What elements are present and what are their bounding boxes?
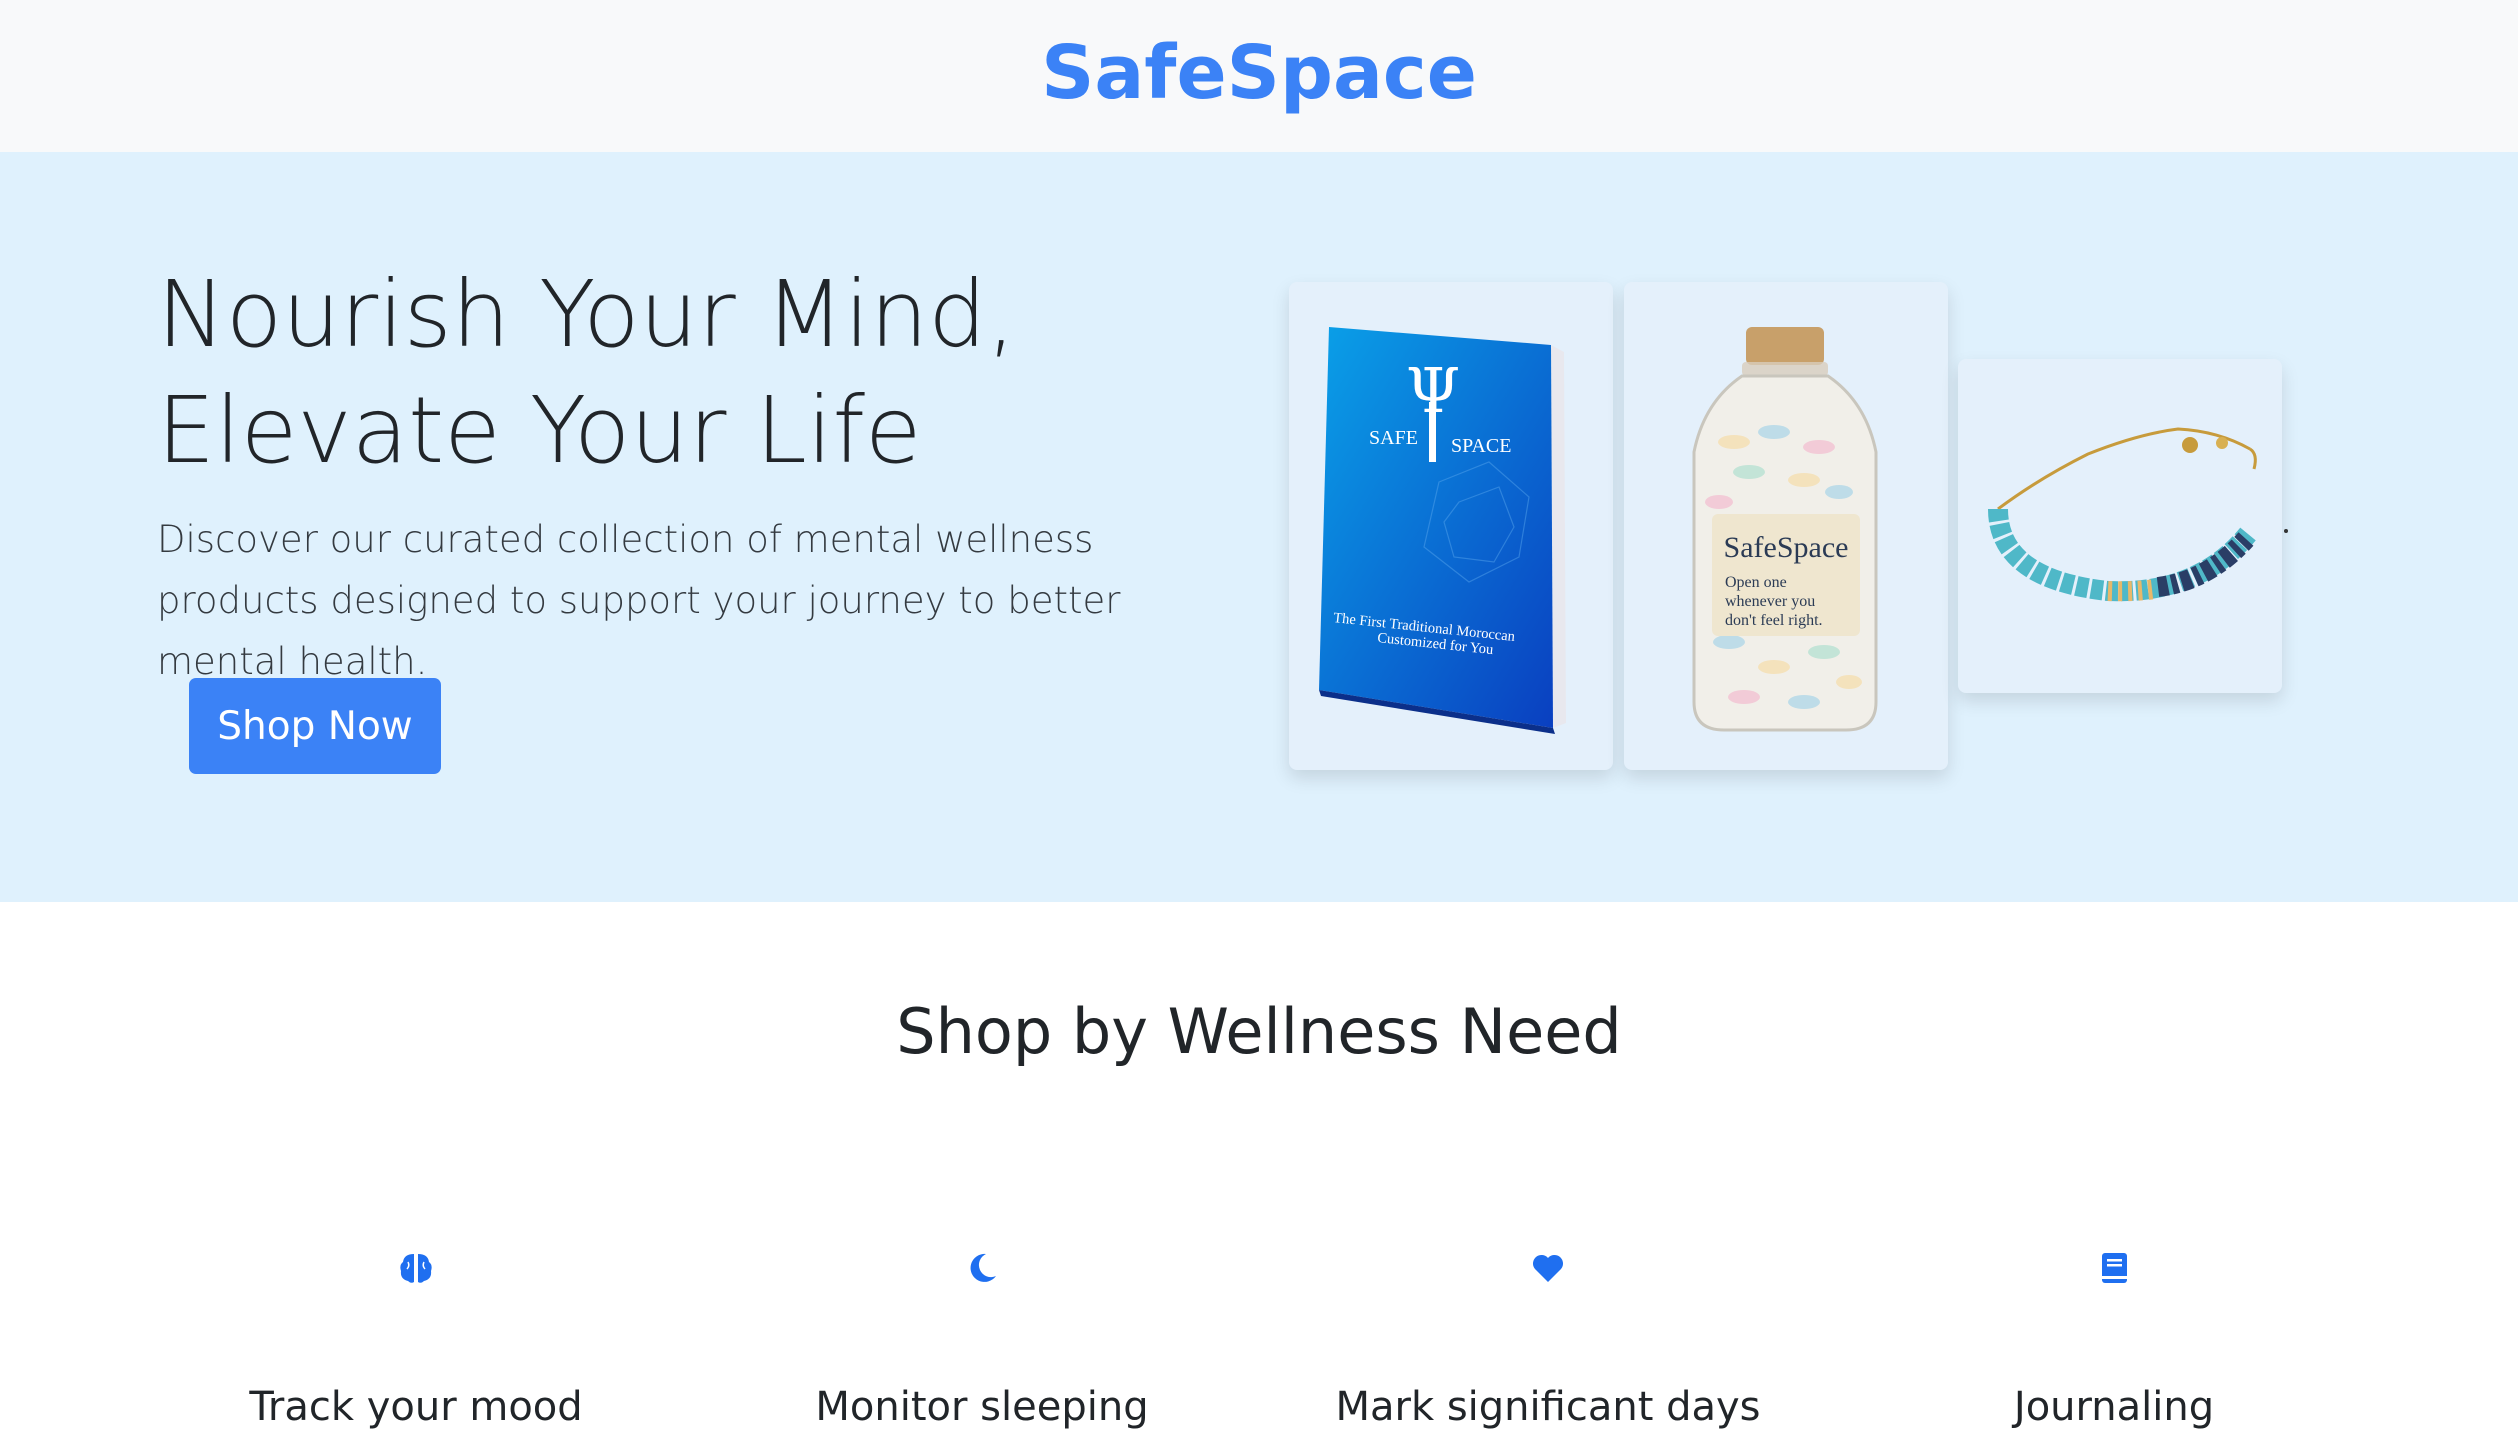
need-significant-days[interactable]: Mark significant days	[1265, 1250, 1831, 1440]
book-image: Ψ SAFE SPACE The First Traditional Moroc…	[1319, 327, 1566, 734]
hero-description: Discover our curated collection of menta…	[157, 518, 1121, 683]
jar-image: SafeSpace Open one whenever you don't fe…	[1692, 327, 1878, 732]
hero-section: Nourish Your Mind, Elevate Your Life Dis…	[0, 152, 2518, 902]
need-label-track-mood: Track your mood	[249, 1384, 583, 1430]
shop-now-button[interactable]: Shop Now	[189, 678, 441, 774]
journal-icon	[2096, 1250, 2132, 1286]
book-cover-word-2: SPACE	[1451, 435, 1511, 457]
need-label-monitor-sleeping: Monitor sleeping	[815, 1384, 1149, 1430]
hero-title-line-1: Nourish Your Mind,	[157, 261, 1016, 368]
jar-label-line-3: don't feel right.	[1725, 612, 1823, 629]
moon-icon	[964, 1250, 1000, 1286]
site-header: SafeSpace	[0, 0, 2518, 152]
jar-label-title: SafeSpace	[1724, 531, 1849, 564]
jar-label-line-2: whenever you	[1725, 593, 1815, 610]
product-card-book[interactable]: Ψ SAFE SPACE The First Traditional Moroc…	[1289, 282, 1613, 770]
brain-icon	[398, 1250, 434, 1286]
need-monitor-sleeping[interactable]: Monitor sleeping	[699, 1250, 1265, 1440]
heart-icon	[1530, 1250, 1566, 1286]
need-label-significant-days: Mark significant days	[1335, 1384, 1761, 1430]
product-card-bracelet[interactable]	[1958, 359, 2282, 693]
product-card-jar[interactable]: SafeSpace Open one whenever you don't fe…	[1624, 282, 1948, 770]
section-title: Shop by Wellness Need	[896, 995, 1622, 1068]
stray-dot	[2284, 529, 2288, 533]
hero-title: Nourish Your Mind, Elevate Your Life	[157, 257, 1257, 489]
need-label-journaling: Journaling	[2013, 1384, 2215, 1430]
jar-label-line-1: Open one	[1725, 574, 1787, 591]
need-journaling[interactable]: Journaling	[1831, 1250, 2397, 1440]
book-cover-word-1: SAFE	[1369, 427, 1418, 449]
bracelet-image	[1988, 427, 2257, 602]
hero-title-line-2: Elevate Your Life	[157, 377, 922, 484]
brand-logo[interactable]: SafeSpace	[1041, 30, 1477, 116]
need-track-mood[interactable]: Track your mood	[133, 1250, 699, 1440]
